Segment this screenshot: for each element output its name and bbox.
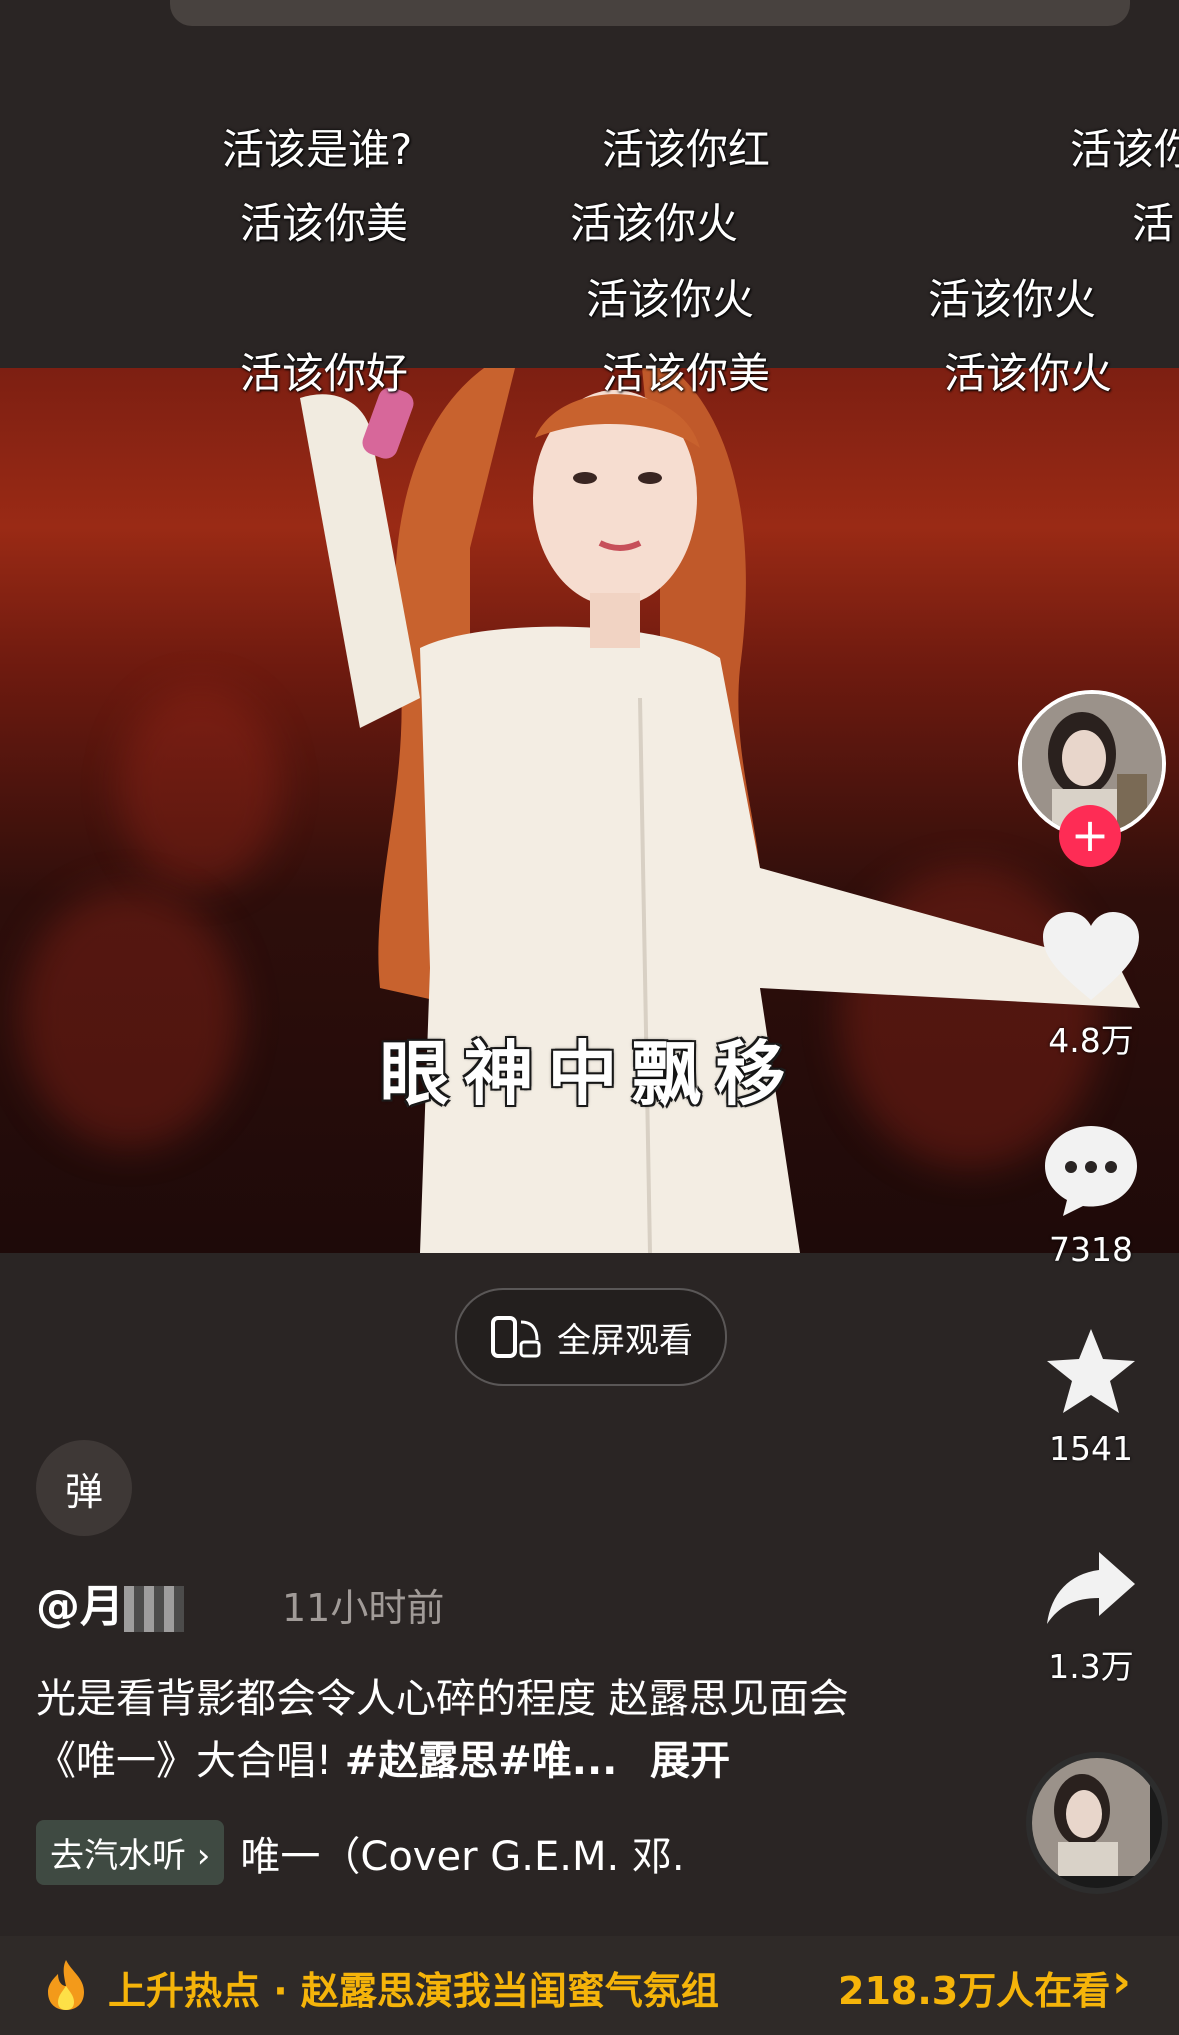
expand-button[interactable]: 展开 — [650, 1738, 730, 1784]
author-name-text: @月 — [36, 1581, 124, 1632]
fire-icon — [48, 1960, 84, 2010]
danmaku-item: 活该你红 — [602, 125, 771, 174]
danmaku-item: 活该你好 — [240, 349, 409, 398]
post-time: 11小时前 — [282, 1586, 445, 1630]
heart-icon — [1043, 912, 1139, 1000]
danmaku-item: 活该你 — [1070, 125, 1179, 174]
listen-on-qishui-chip[interactable]: 去汽水听 › — [36, 1820, 225, 1885]
video-subtitle: 眼神中飘移 — [379, 1033, 800, 1115]
danmaku-item: 活该是谁? — [222, 125, 413, 174]
danmaku-item: 活该你火 — [944, 349, 1113, 398]
star-icon — [1047, 1329, 1135, 1413]
favorite-count: 1541 — [1049, 1429, 1133, 1468]
danmaku-item: 活该你美 — [240, 199, 409, 248]
search-bar[interactable] — [170, 0, 1130, 26]
danmaku-toggle-label: 弹 — [64, 1469, 103, 1514]
danmaku-item: 活该你火 — [570, 199, 739, 248]
music-title: 唯一（Cover G.E.M. 邓. — [240, 1833, 685, 1880]
disc-cover-image — [1032, 1758, 1150, 1882]
danmaku-item: 活 — [1132, 199, 1175, 248]
fullscreen-button[interactable]: 全屏观看 — [455, 1288, 727, 1386]
comment-icon — [1045, 1126, 1137, 1216]
like-count: 4.8万 — [1048, 1021, 1134, 1060]
hashtags[interactable]: #赵露思#唯... — [345, 1738, 618, 1784]
danmaku-layer: 活该是谁? 活该你红 活该你 活该你美 活该你火 活 活该你火 活该你火 活该你… — [0, 100, 1179, 400]
share-arrow-icon — [1047, 1552, 1135, 1624]
author-name[interactable]: @月 — [36, 1570, 184, 1634]
hot-topic-text[interactable]: 上升热点 · 赵露思演我当闺蜜气氛组 — [108, 1960, 719, 2015]
music-disc[interactable] — [1026, 1752, 1168, 1894]
chevron-right-icon: › — [1112, 1954, 1131, 2008]
favorite-button[interactable]: 1541 — [1031, 1325, 1151, 1468]
post-description: 光是看背影都会令人心碎的程度 赵露思见面会《唯一》大合唱! #赵露思#唯... … — [36, 1668, 916, 1792]
danmaku-item: 活该你美 — [602, 349, 771, 398]
danmaku-toggle-button[interactable]: 弹 — [36, 1440, 132, 1536]
video-player[interactable]: 眼神中飘移 — [0, 368, 1179, 1253]
watching-count: 218.3万人在看 — [838, 1969, 1111, 2013]
hot-topic-bar[interactable]: 上升热点 · 赵露思演我当闺蜜气氛组 218.3万人在看 › — [0, 1936, 1179, 2035]
comment-count: 7318 — [1049, 1230, 1133, 1269]
danmaku-item: 活该你火 — [586, 275, 755, 324]
censor-mosaic — [124, 1586, 184, 1632]
fullscreen-label: 全屏观看 — [557, 1320, 693, 1361]
music-row[interactable]: 去汽水听 › 唯一（Cover G.E.M. 邓. — [36, 1820, 685, 1885]
rotate-screen-icon — [491, 1316, 541, 1358]
danmaku-item: 活该你火 — [928, 275, 1097, 324]
comment-button[interactable]: 7318 — [1031, 1122, 1151, 1269]
follow-button[interactable]: + — [1059, 805, 1121, 867]
singer-figure — [300, 368, 1140, 1253]
like-button[interactable]: 4.8万 — [1031, 910, 1151, 1062]
share-count: 1.3万 — [1048, 1647, 1134, 1686]
share-button[interactable]: 1.3万 — [1031, 1548, 1151, 1688]
